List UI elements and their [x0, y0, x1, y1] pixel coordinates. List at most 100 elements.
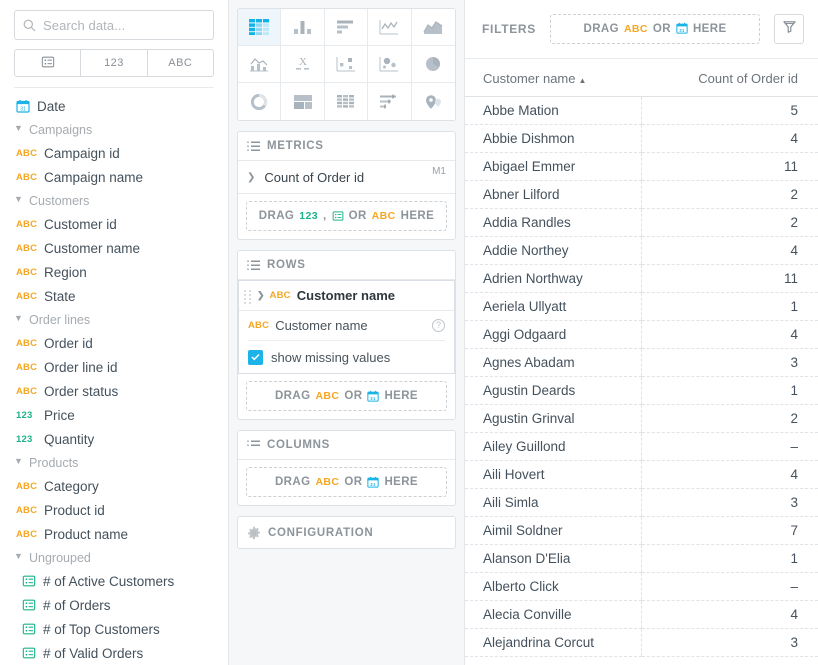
line-chart-viz[interactable]: [368, 9, 411, 46]
filters-dropzone-here-label: HERE: [693, 23, 727, 35]
table-row[interactable]: Alanson D'Elia1: [465, 545, 818, 573]
table-row[interactable]: Alecia Conville4: [465, 601, 818, 629]
calendar-icon: 31: [16, 99, 30, 113]
tree-item-product-name[interactable]: ABCProduct name: [0, 522, 228, 546]
table-row[interactable]: Ailey Guillond–: [465, 433, 818, 461]
tree-group-campaigns[interactable]: ▼Campaigns: [0, 118, 228, 141]
table-row[interactable]: Alejandrina Corcut3: [465, 629, 818, 657]
columns-header: COLUMNS: [238, 431, 455, 460]
donut-chart-viz[interactable]: [238, 83, 281, 120]
table-row[interactable]: Aili Hovert4: [465, 461, 818, 489]
rows-attribute-form-row[interactable]: ABC Customer name ?: [248, 311, 445, 341]
tree-item-campaign-name[interactable]: ABCCampaign name: [0, 165, 228, 189]
show-missing-values-row[interactable]: show missing values: [248, 341, 445, 373]
table-row[interactable]: Agustin Grinval2: [465, 405, 818, 433]
abc-badge-icon: ABC: [16, 148, 37, 159]
help-icon[interactable]: ?: [432, 319, 445, 332]
bubble-chart-viz[interactable]: [325, 46, 368, 83]
table-row[interactable]: Aimil Soldner7: [465, 517, 818, 545]
rows-attribute-card: ❯ ABC Customer name ABC Customer name ?: [238, 280, 455, 374]
search-input[interactable]: Search data...: [14, 10, 214, 40]
rows-attribute-header[interactable]: ❯ ABC Customer name: [239, 281, 454, 311]
tree-item-customer-name[interactable]: ABCCustomer name: [0, 236, 228, 260]
tree-group-order-lines[interactable]: ▼Order lines: [0, 308, 228, 331]
tree-item-date[interactable]: 31 Date: [0, 94, 228, 118]
combo-chart-viz[interactable]: [238, 46, 281, 83]
tree-item-quantity[interactable]: 123Quantity: [0, 427, 228, 451]
table-row[interactable]: Agustin Deards1: [465, 377, 818, 405]
cell-customer-name: Agustin Grinval: [465, 405, 642, 433]
filters-dropzone-or-label: OR: [653, 23, 671, 35]
tree-item-order-line-id[interactable]: ABCOrder line id: [0, 355, 228, 379]
column-header-customer-name[interactable]: Customer name▲: [465, 59, 642, 97]
table-row[interactable]: Abigael Emmer11: [465, 153, 818, 181]
calendar-icon: 31: [676, 22, 688, 37]
rows-dropzone[interactable]: DRAG ABC OR 31 HERE: [246, 381, 447, 411]
cell-customer-name: Abner Lilford: [465, 181, 642, 209]
tree-item-campaign-id[interactable]: ABCCampaign id: [0, 141, 228, 165]
tree-group-customers[interactable]: ▼Customers: [0, 189, 228, 212]
dropzone-numeric-badge: 123: [299, 210, 318, 222]
filters-dropzone[interactable]: DRAG ABC OR 31 HERE: [550, 14, 760, 44]
bullet-chart-viz[interactable]: [368, 83, 411, 120]
tree-item-price[interactable]: 123Price: [0, 403, 228, 427]
filters-label: FILTERS: [482, 22, 536, 36]
table-row[interactable]: Addie Northey4: [465, 237, 818, 265]
tree-item-category[interactable]: ABCCategory: [0, 474, 228, 498]
cell-customer-name: Aeriela Ullyatt: [465, 293, 642, 321]
tree-group-ungrouped[interactable]: ▼Ungrouped: [0, 546, 228, 569]
table-row[interactable]: Agnes Abadam3: [465, 349, 818, 377]
tree-item-region[interactable]: ABCRegion: [0, 260, 228, 284]
cell-customer-name: Alejandrina Corcut: [465, 629, 642, 657]
scatter-plot-viz[interactable]: [368, 46, 411, 83]
table-row[interactable]: Abner Lilford2: [465, 181, 818, 209]
tree-item-of-valid-orders[interactable]: # of Valid Orders: [0, 641, 228, 665]
tree-item-order-id[interactable]: ABCOrder id: [0, 331, 228, 355]
pie-chart-viz[interactable]: [412, 46, 455, 83]
metrics-dropzone[interactable]: DRAG 123 , OR ABC HERE: [246, 201, 447, 231]
table-row[interactable]: Alberto Click–: [465, 573, 818, 601]
show-missing-values-checkbox[interactable]: [248, 350, 263, 365]
table-row[interactable]: Aeriela Ullyatt1: [465, 293, 818, 321]
cell-count-of-order-id: 2: [642, 181, 818, 209]
tree-item-of-active-customers[interactable]: # of Active Customers: [0, 569, 228, 593]
tree-item-of-orders[interactable]: # of Orders: [0, 593, 228, 617]
table-viz[interactable]: [238, 9, 281, 46]
tree-item-of-top-customers[interactable]: # of Top Customers: [0, 617, 228, 641]
table-row[interactable]: Adrien Northway11: [465, 265, 818, 293]
table-row[interactable]: Aggi Odgaard4: [465, 321, 818, 349]
tree-item-order-status[interactable]: ABCOrder status: [0, 379, 228, 403]
tree-item-label: Date: [37, 99, 66, 114]
tree-item-customer-id[interactable]: ABCCustomer id: [0, 212, 228, 236]
heatmap-viz[interactable]: [325, 83, 368, 120]
columns-dropzone[interactable]: DRAG ABC OR 31 HERE: [246, 467, 447, 497]
configuration-panel[interactable]: CONFIGURATION: [237, 516, 456, 549]
scatter-x-viz[interactable]: X: [281, 46, 324, 83]
drag-handle-icon[interactable]: [244, 290, 251, 303]
column-header-count-of-order-id[interactable]: Count of Order id: [642, 59, 818, 97]
rows-attribute-label: Customer name: [297, 288, 395, 303]
table-row[interactable]: Addia Randles2: [465, 209, 818, 237]
treemap-viz[interactable]: [281, 83, 324, 120]
tree-group-products[interactable]: ▼Products: [0, 451, 228, 474]
bar-chart-viz[interactable]: [325, 9, 368, 46]
table-row[interactable]: Abbie Dishmon4: [465, 125, 818, 153]
table-row[interactable]: Abbe Mation5: [465, 97, 818, 125]
calendar-icon: 31: [367, 390, 379, 402]
metric-item-count-of-order-id[interactable]: ❯ Count of Order id M1: [238, 161, 455, 194]
svg-text:31: 31: [679, 27, 685, 32]
toggle-text-button[interactable]: ABC: [148, 50, 213, 76]
table-row[interactable]: Aili Simla3: [465, 489, 818, 517]
column-chart-viz[interactable]: [281, 9, 324, 46]
geo-map-viz[interactable]: [412, 83, 455, 120]
tree-item-state[interactable]: ABCState: [0, 284, 228, 308]
toggle-all-button[interactable]: [15, 50, 81, 76]
numeric-badge-icon: 123: [16, 434, 37, 445]
columns-dropzone-drag-label: DRAG: [275, 476, 310, 488]
filter-toggle-button[interactable]: [774, 14, 804, 44]
area-chart-viz[interactable]: [412, 9, 455, 46]
toggle-numeric-button[interactable]: 123: [81, 50, 147, 76]
tree-item-product-id[interactable]: ABCProduct id: [0, 498, 228, 522]
configuration-header[interactable]: CONFIGURATION: [238, 517, 455, 548]
cell-count-of-order-id: 2: [642, 405, 818, 433]
